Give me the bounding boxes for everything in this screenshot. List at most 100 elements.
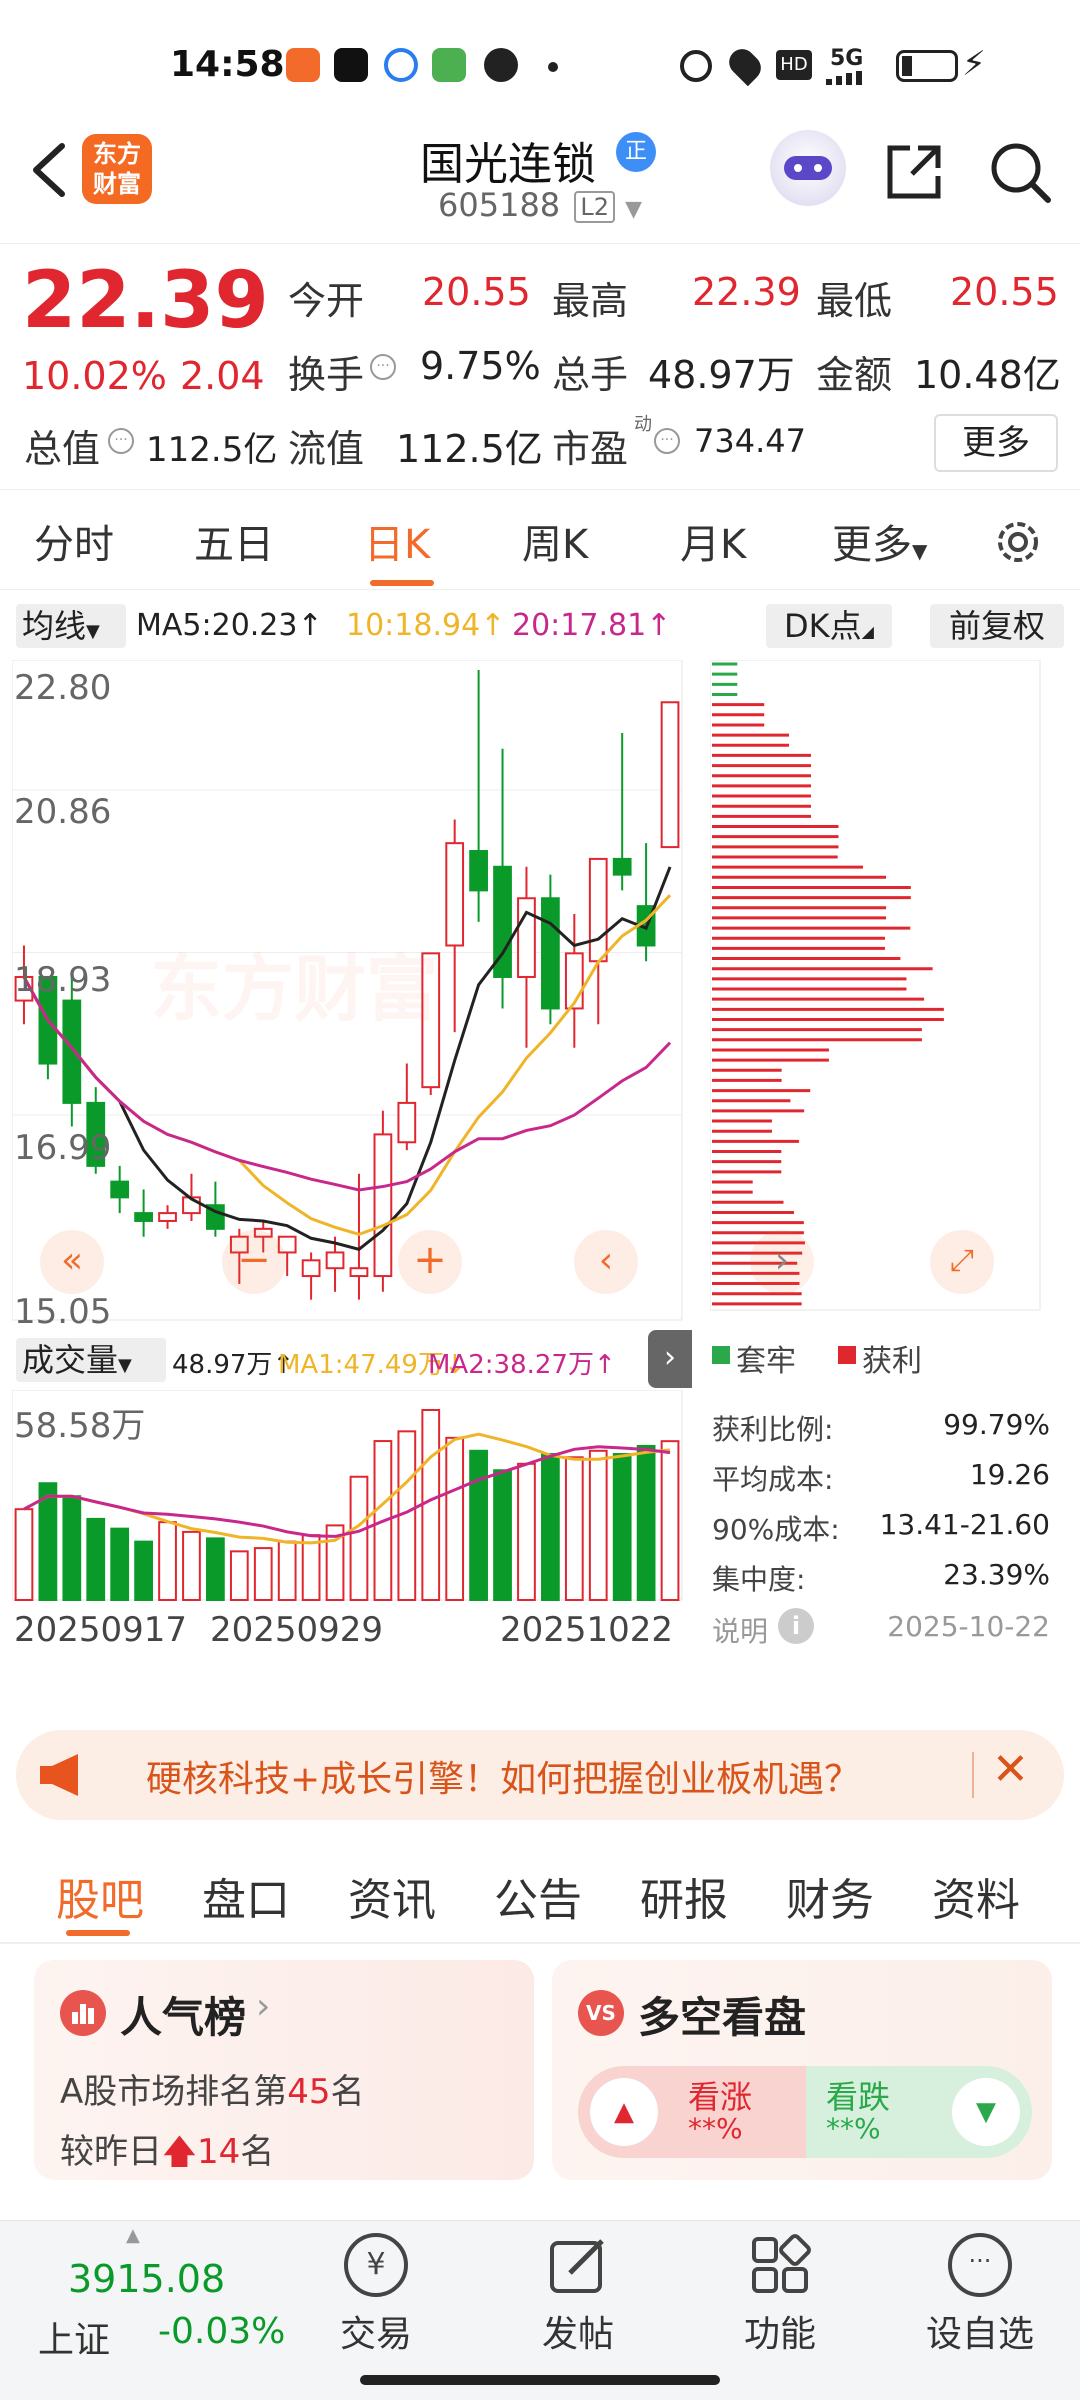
active-tab-indicator (66, 1930, 130, 1936)
ai-assistant-icon[interactable] (770, 130, 846, 206)
brand-logo: 东方财富 (82, 134, 152, 204)
chip-next-button[interactable]: › (750, 1230, 814, 1294)
volume-bar (445, 1436, 465, 1601)
index-change: -0.03% (158, 2311, 286, 2352)
tab-news[interactable]: 资讯 (348, 1864, 436, 1928)
low-label: 最低 (816, 279, 893, 323)
tab-five-day[interactable]: 五日 (194, 512, 274, 570)
volume-bar (86, 1517, 106, 1601)
x-date: 20251022 (500, 1610, 674, 1650)
vol-value: 48.97万↑ (172, 1350, 295, 1380)
grid-icon (748, 2233, 812, 2297)
trade-label: 交易 (339, 2314, 412, 2355)
tab-guba[interactable]: 股吧 (56, 1864, 144, 1928)
bull-button[interactable]: ▲ 看涨 **% (578, 2066, 806, 2158)
zoom-in-button[interactable]: + (398, 1230, 462, 1294)
chevron-right-icon[interactable]: › (648, 1330, 692, 1388)
indicator-select[interactable]: 均线▼ (16, 604, 126, 648)
triangle-up-icon: ▲ (590, 2078, 658, 2146)
tab-research[interactable]: 研报 (640, 1864, 728, 1928)
tab-weekly-k[interactable]: 周K (522, 512, 588, 570)
scroll-left-fast-button[interactable]: « (40, 1230, 104, 1294)
candle-body (397, 1101, 417, 1144)
tab-profile[interactable]: 资料 (932, 1864, 1020, 1928)
volume-bar (636, 1444, 656, 1601)
tab-announcements[interactable]: 公告 (494, 1864, 582, 1928)
location-icon (723, 43, 767, 87)
add-watchlist-button[interactable]: ··· 设自选 (910, 2233, 1050, 2357)
tab-more-label: 更多 (832, 522, 912, 568)
gear-icon[interactable] (990, 514, 1046, 570)
more-notifications-dot (548, 62, 558, 72)
brand-logo-text: 东方财富 (93, 140, 141, 198)
sentiment-title: 多空看盘 (638, 1993, 807, 2042)
adjust-button[interactable]: 前复权 (930, 604, 1064, 648)
tab-minute[interactable]: 分时 (34, 512, 114, 570)
dk-point-button[interactable]: DK点◢ (766, 604, 892, 648)
bottom-bar: ▲ 3915.08 上证 -0.03% ¥ 交易 发帖 功能 ··· 设自选 (0, 2220, 1080, 2400)
ranking-icon (60, 1990, 106, 2036)
megaphone-icon (38, 1752, 86, 1798)
rank-change-value: 14 (196, 2132, 241, 2172)
popularity-card[interactable]: 人气榜 › A股市场排名第45名 较昨日🡅14名 (34, 1960, 534, 2180)
stock-header: 东方财富 国光连锁 正 605188 L2 ▼ (0, 120, 1080, 244)
tab-pankou[interactable]: 盘口 (202, 1864, 290, 1928)
caret-down-icon[interactable]: ▼ (625, 197, 642, 222)
volume-bar (469, 1449, 488, 1601)
scroll-left-button[interactable]: ‹ (574, 1230, 638, 1294)
tab-monthly-k[interactable]: 月K (680, 512, 746, 570)
more-button[interactable]: 更多 (934, 414, 1058, 472)
chevron-left-icon[interactable] (22, 140, 82, 200)
candle-body (158, 1212, 177, 1222)
cost90-label: 90%成本: (712, 1513, 840, 1546)
tab-finance[interactable]: 财务 (786, 1864, 874, 1928)
trade-button[interactable]: ¥ 交易 (306, 2233, 446, 2357)
dk-point-label: DK点 (784, 607, 862, 645)
app-notification-icon (286, 48, 320, 82)
tab-more[interactable]: 更多▼ (832, 512, 927, 570)
y-tick: 18.93 (14, 960, 112, 1000)
mktcap-label: 总值 (24, 427, 101, 471)
features-button[interactable]: 功能 (710, 2233, 850, 2357)
post-button[interactable]: 发帖 (508, 2233, 648, 2357)
bear-button[interactable]: 看跌 **% ▼ (806, 2066, 1032, 2158)
signal-label: 5G (830, 46, 864, 71)
avg-cost-value: 19.26 (969, 1458, 1050, 1491)
candle-body (517, 897, 536, 978)
chart-area: 均线▼ MA5:20.23↑ 10:18.94↑ 20:17.81↑ DK点◢ … (0, 590, 1080, 1710)
promo-banner[interactable]: 硬核科技+成长引擎！如何把握创业板机遇？ ✕ (16, 1730, 1064, 1820)
tab-daily-k[interactable]: 日K (364, 512, 430, 570)
caret-up-icon[interactable]: ▲ (126, 2225, 140, 2246)
volume-bar (541, 1453, 560, 1601)
banner-text: 硬核科技+成长引擎！如何把握创业板机遇？ (146, 1759, 861, 1800)
signal-icon (826, 70, 872, 85)
profit-ratio-value: 99.79% (943, 1408, 1050, 1441)
tiktok-notification-icon (334, 48, 368, 82)
cost90-value: 13.41-21.60 (879, 1508, 1050, 1541)
info-icon[interactable]: ··· (108, 428, 134, 454)
search-icon[interactable] (988, 140, 1052, 204)
chip-distribution-chart[interactable] (710, 660, 1054, 1320)
change-percent: 10.02% (22, 354, 167, 398)
candle-body (445, 842, 465, 947)
zoom-out-button[interactable]: − (222, 1230, 286, 1294)
caret-icon: ◢ (861, 622, 874, 641)
info-icon[interactable]: ··· (654, 428, 680, 454)
info-icon[interactable]: ··· (370, 354, 396, 380)
high-value: 22.39 (692, 270, 801, 314)
share-icon[interactable] (882, 140, 946, 204)
close-icon[interactable]: ✕ (992, 1744, 1029, 1795)
expand-icon[interactable]: ⤢ (930, 1230, 994, 1294)
volume-bar (134, 1540, 153, 1601)
volume-select[interactable]: 成交量▼ (16, 1338, 166, 1382)
volume-bar (588, 1449, 608, 1601)
bear-value: **% (826, 2112, 881, 2145)
pe-label: 市盈 (552, 427, 629, 471)
float-label: 流值 (288, 427, 365, 471)
volume-bar (301, 1534, 321, 1601)
index-value[interactable]: 3915.08 (68, 2257, 225, 2301)
candle-body (325, 1251, 345, 1270)
rank-value: 45 (287, 2072, 331, 2112)
volume-bar (182, 1530, 201, 1601)
info-icon[interactable]: i (778, 1608, 814, 1644)
